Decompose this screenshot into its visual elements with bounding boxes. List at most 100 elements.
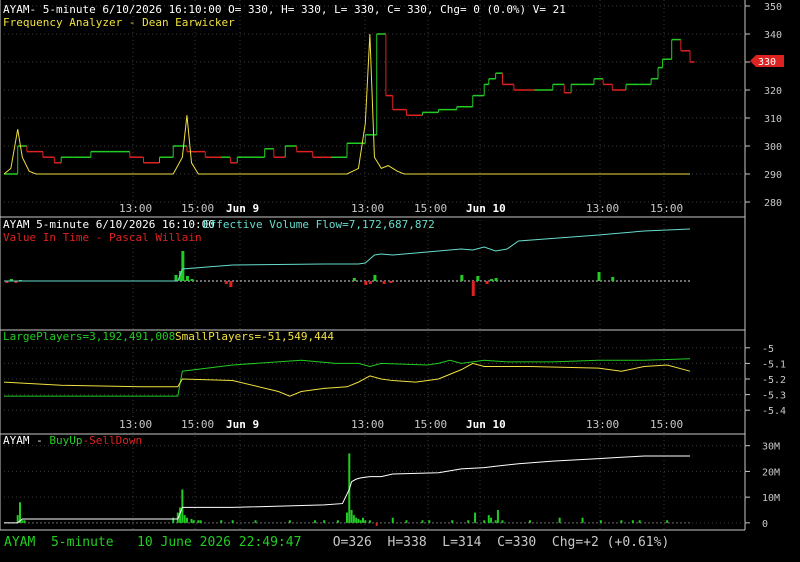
buyup-bar <box>364 520 367 523</box>
x-tick-label: 15:00 <box>181 418 214 431</box>
buyup-bar <box>474 512 477 523</box>
buyup-bar <box>192 520 195 523</box>
buyup-bar <box>199 520 202 523</box>
x-axis-top: 13:00 15:00 Jun 9 13:00 15:00 Jun 10 13:00 15:0… <box>119 202 683 215</box>
vit-bar <box>389 281 393 283</box>
vit-bar <box>224 281 228 284</box>
x-tick-label: 13:00 <box>351 202 384 215</box>
vit-bar <box>174 275 178 281</box>
buyup-bar <box>405 520 408 523</box>
buyup-bar <box>494 520 497 523</box>
x-tick-label: 13:00 <box>586 202 619 215</box>
x-tick-label: Jun 10 <box>466 202 506 215</box>
vit-bar <box>382 281 386 284</box>
price-panel-plot[interactable] <box>3 5 745 203</box>
buyup-bar <box>323 520 326 523</box>
x-tick-label: Jun 9 <box>226 202 259 215</box>
buyup-bar <box>350 510 353 523</box>
panel-separators <box>0 0 746 531</box>
x-tick-label: 13:00 <box>119 418 152 431</box>
buyup-bar <box>421 520 424 523</box>
x-tick-label: 13:00 <box>351 418 384 431</box>
buyup-bar <box>197 520 200 523</box>
buyup-bar <box>183 515 186 523</box>
buyup-bar <box>391 517 394 523</box>
y-tick-label: 10M <box>762 493 780 504</box>
buyup-bar <box>346 512 348 523</box>
x-tick-label: Jun 9 <box>226 418 259 431</box>
y-tick-label: -5 <box>762 344 774 355</box>
buyup-bar <box>638 520 641 523</box>
buyup-bar <box>620 520 623 523</box>
vit-bar <box>368 281 372 284</box>
x-tick-label: 15:00 <box>650 202 683 215</box>
buyup-bar <box>528 520 531 523</box>
y-tick-label: -5.2 <box>762 375 786 386</box>
y-tick-label: 290 <box>764 170 782 181</box>
buyup-bar <box>599 520 602 523</box>
status-left: AYAM 5-minute 10 June 2026 22:49:47 <box>4 535 302 550</box>
y-tick-label: -5.1 <box>762 359 786 370</box>
buyup-bar <box>220 520 223 523</box>
buyup-bar <box>288 520 291 523</box>
buyup-bar <box>21 520 24 523</box>
vit-bar <box>494 278 498 281</box>
vit-header-right: Effective Volume Flow=7,172,687,872 <box>203 218 435 231</box>
buyup-bar <box>487 515 490 523</box>
vit-bar <box>364 281 368 285</box>
large-players-label: LargePlayers=3,192,491,008 <box>3 330 175 343</box>
buyup-bar <box>666 520 669 523</box>
buyup-bar <box>355 517 358 523</box>
vit-subheader: Value In Time - Pascal Willain <box>3 231 202 244</box>
buyup-title-c: -SellDown <box>82 434 142 447</box>
y-tick-label: 320 <box>764 86 782 97</box>
buyup-bar <box>631 520 634 523</box>
x-tick-label: 15:00 <box>414 418 447 431</box>
y-tick-label: -5.3 <box>762 391 786 402</box>
vit-bar <box>485 281 489 284</box>
buyup-bar <box>451 520 454 523</box>
buyup-bar <box>313 520 316 523</box>
price-panel-header: AYAM- 5-minute 6/10/2026 16:10:00 O= 330… <box>3 3 566 16</box>
buyup-bar <box>362 517 365 523</box>
buyup-title-b: BuyUp <box>49 434 82 447</box>
buyup-bar <box>581 517 584 523</box>
status-bar: AYAM 5-minute 10 June 2026 22:49:47 O=32… <box>4 535 669 550</box>
large-players-line <box>4 358 691 397</box>
buyup-bar <box>483 520 486 523</box>
x-axis-bottom: 13:00 15:00 Jun 9 13:00 15:00 Jun 10 13:00 15:0… <box>119 418 683 431</box>
y-tick-label: 310 <box>764 114 782 125</box>
vit-bar <box>460 275 464 281</box>
buyup-bar <box>496 510 499 523</box>
buyup-bar <box>190 519 193 523</box>
y-tick-label: 340 <box>764 30 782 41</box>
vit-header-left: AYAM 5-minute 6/10/2026 16:10:00 <box>3 218 215 231</box>
small-players-line <box>3 362 691 397</box>
small-players-label: SmallPlayers=-51,549,444 <box>175 330 334 343</box>
price-y-axis: 350 340 330 320 310 300 290 280 <box>745 2 782 209</box>
selldown-bar <box>375 522 378 526</box>
players-plot[interactable] <box>3 347 745 411</box>
vit-bar <box>229 281 233 287</box>
buyup-y-axis: 30M 20M 10M 0 <box>745 442 780 530</box>
grid-lines <box>132 0 665 530</box>
buyup-bar <box>23 520 26 523</box>
buyup-title: AYAM - BuyUp-SellDown <box>3 434 142 447</box>
x-tick-label: Jun 10 <box>466 418 506 431</box>
y-tick-label: 350 <box>764 2 782 13</box>
vit-bar <box>490 279 494 281</box>
status-ohlc: O=326 H=338 L=314 C=330 Chg=+2 (+0.61%) <box>332 535 670 550</box>
vit-bar <box>352 278 356 281</box>
vit-bar <box>190 279 194 281</box>
buyup-selldown-plot[interactable] <box>4 445 745 526</box>
y-tick-label: 30M <box>762 442 780 453</box>
buyup-bar <box>357 519 360 523</box>
buyup-bar <box>172 517 175 523</box>
x-tick-label: 13:00 <box>119 202 152 215</box>
buyup-bar <box>254 520 257 523</box>
buyup-bar <box>336 520 339 523</box>
chart-canvas: AYAM- 5-minute 6/10/2026 16:10:00 O= 330… <box>0 0 786 531</box>
x-tick-label: 13:00 <box>586 418 619 431</box>
players-y-axis: -5 -5.1 -5.2 -5.3 -5.4 <box>745 344 786 417</box>
buyup-bar <box>359 520 362 523</box>
